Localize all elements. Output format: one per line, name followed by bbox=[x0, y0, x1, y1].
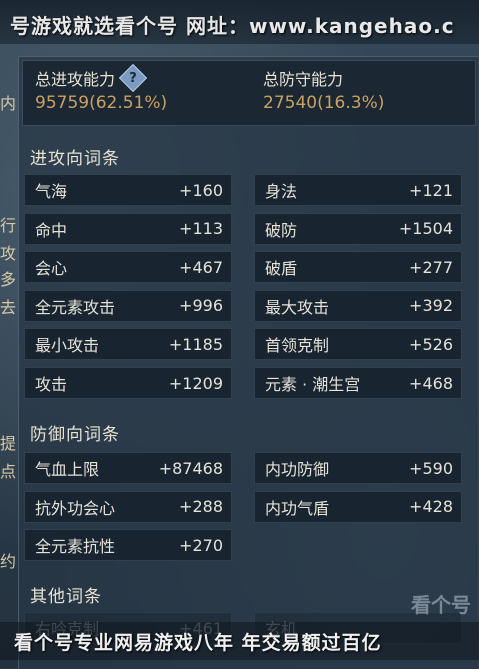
section-title-defense: 防御向词条 bbox=[30, 425, 120, 445]
bottom-banner-text: 看个号专业网易游戏八年 年交易额过百亿 bbox=[14, 632, 382, 654]
stat-cell: 内功防御 +590 bbox=[254, 452, 462, 484]
stat-value: +270 bbox=[179, 535, 223, 555]
stat-cell: 身法 +121 bbox=[254, 174, 462, 206]
stat-name: 内功防御 bbox=[265, 460, 330, 479]
side-fragment: 点 bbox=[0, 462, 17, 481]
stat-name: 全元素攻击 bbox=[35, 297, 116, 317]
help-icon[interactable]: ? bbox=[118, 63, 148, 93]
side-fragment: 约 bbox=[0, 552, 17, 571]
stat-name: 抗外功会心 bbox=[35, 498, 116, 518]
stat-cell: 全元素攻击 +996 bbox=[24, 289, 232, 322]
stat-name: 气血上限 bbox=[35, 460, 100, 479]
stat-cell: 全元素抗性 +270 bbox=[24, 529, 232, 561]
stat-name: 元素 · 潮生宫 bbox=[265, 375, 361, 394]
summary-box: 总进攻能力 ? 95759(62.51%) 总防守能力 27540(16.3%) bbox=[22, 60, 476, 126]
defense-value: 27540(16.3%) bbox=[263, 93, 385, 113]
stat-cell: 气海 +160 bbox=[24, 174, 232, 206]
stat-name: 命中 bbox=[35, 220, 68, 240]
side-fragment: 去 bbox=[0, 298, 17, 317]
stat-name: 破防 bbox=[265, 220, 298, 240]
stat-name: 身法 bbox=[265, 182, 298, 201]
stat-cell: 元素 · 潮生宫 +468 bbox=[254, 367, 462, 399]
help-glyph: ? bbox=[129, 70, 137, 86]
stat-name: 会心 bbox=[35, 259, 68, 279]
stat-name: 首领克制 bbox=[265, 336, 330, 356]
stat-cell: 破防 +1504 bbox=[254, 212, 462, 245]
attack-summary: 总进攻能力 ? 95759(62.51%) bbox=[35, 63, 168, 113]
section-title-attack: 进攻向词条 bbox=[30, 149, 120, 169]
stat-cell: 抗外功会心 +288 bbox=[24, 490, 232, 523]
stat-cell: 内功气盾 +428 bbox=[254, 490, 462, 523]
stat-cell: 攻击 +1209 bbox=[24, 367, 232, 399]
stat-name: 破盾 bbox=[265, 259, 298, 279]
stat-cell: 命中 +113 bbox=[24, 212, 232, 245]
defense-summary: 总防守能力 27540(16.3%) bbox=[263, 65, 384, 113]
stat-name: 最小攻击 bbox=[35, 336, 100, 356]
stat-value: +996 bbox=[179, 296, 223, 316]
stat-cell: 破盾 +277 bbox=[254, 251, 462, 284]
attack-label: 总进攻能力 bbox=[35, 70, 116, 89]
stat-value: +121 bbox=[409, 180, 453, 200]
defense-label: 总防守能力 bbox=[263, 70, 344, 89]
stat-name: 气海 bbox=[35, 182, 68, 201]
bottom-banner: 看个号专业网易游戏八年 年交易额过百亿 bbox=[0, 622, 479, 660]
stat-cell: 会心 +467 bbox=[24, 251, 232, 284]
stat-value: +526 bbox=[409, 334, 453, 354]
stat-value: +467 bbox=[179, 257, 223, 277]
side-fragment: 提 bbox=[0, 434, 17, 453]
stat-value: +113 bbox=[179, 219, 223, 239]
stat-value: +1209 bbox=[168, 373, 223, 393]
stat-value: +392 bbox=[409, 296, 453, 316]
stat-value: +87468 bbox=[158, 458, 223, 478]
stat-cell: 气血上限 +87468 bbox=[24, 452, 232, 484]
stat-name: 内功气盾 bbox=[265, 498, 330, 518]
top-banner: 号游戏就选看个号 网址：www.kangehao.c bbox=[0, 0, 479, 44]
side-fragment: 攻 bbox=[0, 244, 17, 263]
stat-value: +1185 bbox=[168, 334, 223, 354]
stat-cell: 最大攻击 +392 bbox=[254, 289, 462, 322]
side-fragment: 行 bbox=[0, 216, 17, 235]
stat-value: +160 bbox=[179, 180, 223, 200]
stat-value: +468 bbox=[409, 373, 453, 393]
attack-value: 95759(62.51%) bbox=[35, 93, 168, 113]
stat-value: +428 bbox=[409, 497, 453, 516]
stat-name: 全元素抗性 bbox=[35, 537, 116, 556]
watermark-logo: 看个号 bbox=[411, 592, 471, 617]
stat-value: +1504 bbox=[398, 219, 453, 239]
stat-value: +590 bbox=[409, 458, 453, 478]
stat-name: 攻击 bbox=[35, 375, 68, 394]
stat-cell: 首领克制 +526 bbox=[254, 328, 462, 361]
stat-value: +277 bbox=[409, 257, 453, 277]
stat-name: 最大攻击 bbox=[265, 297, 330, 317]
side-fragment: 多 bbox=[0, 270, 17, 289]
top-banner-text: 号游戏就选看个号 网址：www.kangehao.c bbox=[10, 14, 455, 38]
stat-cell: 最小攻击 +1185 bbox=[24, 328, 232, 361]
section-title-other: 其他词条 bbox=[30, 587, 102, 607]
stat-value: +288 bbox=[179, 497, 223, 516]
side-fragment: 内 bbox=[0, 94, 17, 113]
